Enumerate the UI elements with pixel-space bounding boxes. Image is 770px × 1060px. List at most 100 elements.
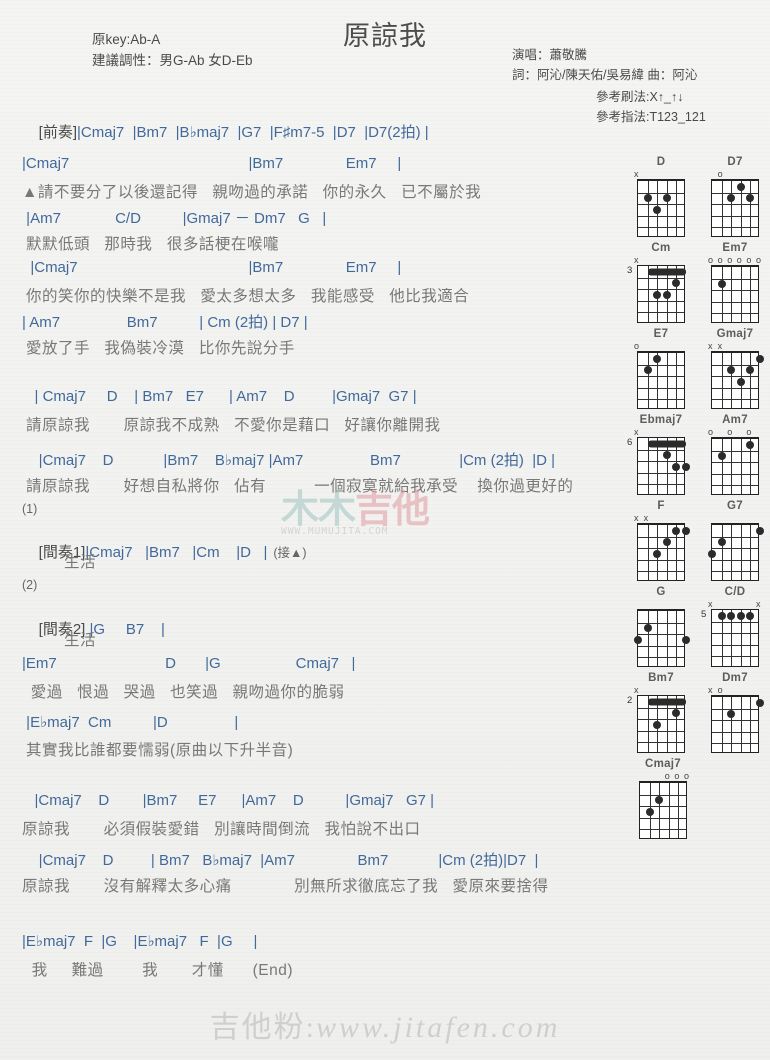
chord-grid-holder: 3 — [627, 265, 694, 323]
chord-open-mute-marks: o — [717, 169, 723, 179]
original-key-label: 原key:Ab-A — [92, 32, 161, 47]
lyric-line: 愛放了手 我偽裝冷漠 比你先說分手 — [26, 340, 295, 357]
chord-fretboard — [637, 523, 690, 581]
chord-finger-dot — [717, 538, 726, 547]
chord-open-mute-marks: xx — [708, 599, 761, 609]
chord-finger-dot — [662, 291, 671, 299]
chord-finger-dot — [756, 698, 764, 707]
chord-finger-dot — [727, 194, 736, 203]
intro-chords: |Cmaj7 |Bm7 |B♭maj7 |G7 |F♯m7-5 |D7 |D7(… — [77, 124, 429, 141]
chord-start-fret: 6 — [627, 437, 633, 448]
center-watermark-url: WWW.MUMUJITA.COM — [281, 526, 389, 537]
chord-grid-holder — [630, 781, 696, 839]
bottom-watermark: 吉他粉:www.jitafen.com — [0, 1002, 770, 1046]
chord-finger-dot — [736, 611, 745, 620]
chord-finger-dot — [756, 354, 764, 363]
chord-open-mute-marks: ooo — [664, 771, 690, 781]
chord-fretboard — [639, 781, 687, 839]
ending-number-2: (2) — [22, 578, 38, 592]
chord-diagram-name: C/D — [724, 586, 746, 598]
chord-finger-dot — [643, 366, 652, 375]
chord-finger-dot — [643, 624, 652, 633]
bottom-watermark-cn: 吉他粉: — [209, 1011, 316, 1044]
chord-diagram-am7: Am7 o o o — [702, 413, 768, 495]
chord-open-mute-marks: x — [634, 427, 639, 437]
chord-open-mute-marks — [628, 599, 694, 609]
chord-fretboard — [711, 609, 759, 667]
chord-start-fret: 5 — [701, 609, 707, 620]
chord-finger-dot — [746, 194, 755, 203]
chord-start-fret: 2 — [627, 695, 633, 706]
chord-finger-dot — [717, 280, 726, 289]
chord-fretboard — [711, 179, 759, 237]
chord-grid-holder — [702, 351, 768, 409]
chord-barre — [647, 268, 686, 276]
chord-finger-dot — [662, 451, 671, 460]
chord-finger-dot — [682, 463, 690, 471]
chord-diagram-name: G — [656, 586, 666, 598]
chord-diagram-row: Cm x 3 Em7 o o o o o o — [627, 241, 770, 327]
chord-diagram-dm7: Dm7 x o — [702, 671, 768, 753]
bottom-watermark-url: www.jitafen.com — [315, 1011, 561, 1044]
lyric-line: 其實我比誰都要懦弱(原曲以下升半音) — [26, 742, 294, 759]
chord-finger-dot — [643, 194, 652, 203]
chord-open-mute-marks: xx — [634, 513, 649, 523]
chord-grid-holder — [702, 437, 768, 495]
chord-diagram-e7: E7 o — [628, 327, 694, 409]
chord-diagram-row: G C/D x x 5 — [628, 585, 770, 671]
chord-open-mute-marks: x — [634, 255, 639, 265]
chord-open-mute-marks: oooooo — [708, 255, 762, 265]
chord-line: |E♭maj7 Cm |D | — [22, 714, 239, 731]
lyric-line: 愛過 恨過 哭過 也笑過 親吻過你的脆弱 — [26, 684, 345, 701]
chord-diagram-name: G7 — [727, 500, 743, 512]
chord-grid-holder — [702, 179, 768, 237]
chord-finger-dot — [727, 611, 736, 620]
chord-diagram-ebmaj7: Ebmaj7 x 6 — [627, 413, 694, 495]
lyric-line: 原諒我 必須假裝愛錯 別讓時間倒流 我怕說不出口 — [22, 821, 421, 838]
chord-diagram-f: Fxx — [628, 499, 694, 581]
chord-grid-holder: 2 — [627, 695, 694, 753]
chord-diagram-cm: Cm x 3 — [627, 241, 694, 323]
chord-finger-dot — [736, 182, 745, 191]
interlude1-note: (接▲) — [273, 546, 307, 560]
chord-line: |Em7 D |G Cmaj7 | — [22, 655, 356, 672]
chord-finger-dot — [655, 796, 664, 805]
chord-diagram-gmaj7: Gmaj7 x x — [702, 327, 768, 409]
center-watermark: 木木吉他 WWW.MUMUJITA.COM — [281, 489, 486, 545]
chord-diagram-row: Cmaj7 o o o — [628, 757, 770, 843]
chord-finger-dot — [672, 463, 681, 471]
lyric-line: 你的笑你的快樂不是我 愛太多想太多 我能感受 他比我適合 — [26, 288, 470, 305]
chord-finger-dot — [708, 550, 716, 558]
chord-diagram-row: Ebmaj7 x 6 Am7 o o o — [627, 413, 770, 499]
chord-finger-dot — [653, 721, 662, 729]
chord-diagram-row: Fx x G7 — [628, 499, 770, 585]
chord-fretboard — [708, 523, 764, 581]
lyric-line: ▲請不要分了以後還記得 親吻過的承諾 你的永久 已不屬於我 — [22, 184, 482, 201]
chord-diagram-name: Em7 — [722, 242, 748, 254]
chord-diagram-name: Ebmaj7 — [639, 414, 683, 426]
chord-open-mute-marks: x — [634, 685, 639, 695]
chord-grid-holder — [702, 523, 768, 581]
chord-diagram-name: E7 — [653, 328, 669, 340]
chord-open-mute-marks — [702, 513, 768, 523]
chord-grid-holder — [628, 351, 694, 409]
chord-diagram-cmaj7: Cmaj7 o o o — [630, 757, 696, 839]
lyric-line: 原諒我 沒有解釋太多心痛 別無所求徹底忘了我 愛原來要捨得 — [22, 878, 549, 895]
picking-pattern-label: 參考指法:T123_121 — [596, 110, 706, 124]
chord-grid-holder — [702, 695, 768, 753]
chord-line: | Cmaj7 D | Bm7 E7 | Am7 D |Gmaj7 G7 | — [22, 388, 417, 405]
chord-diagram-row: Bm7 x 2 Dm7 x o — [627, 671, 770, 757]
chord-grid-holder — [628, 609, 694, 667]
chord-barre — [647, 440, 686, 448]
interlude1-lyric: 生活 — [64, 554, 97, 571]
lyric-line: 我 難過 我 才懂 (End) — [22, 962, 293, 979]
chord-grid-holder: 5 — [701, 609, 768, 667]
chord-grid-holder — [628, 179, 694, 237]
chord-line: |Cmaj7 |Bm7 Em7 | — [22, 155, 402, 172]
chord-fretboard — [711, 351, 764, 409]
chord-finger-dot — [727, 366, 736, 375]
chord-grid-holder: 6 — [627, 437, 694, 495]
chord-open-mute-marks: xx — [708, 341, 723, 351]
chord-diagram-name: F — [657, 500, 665, 512]
chord-finger-dot — [736, 378, 745, 386]
